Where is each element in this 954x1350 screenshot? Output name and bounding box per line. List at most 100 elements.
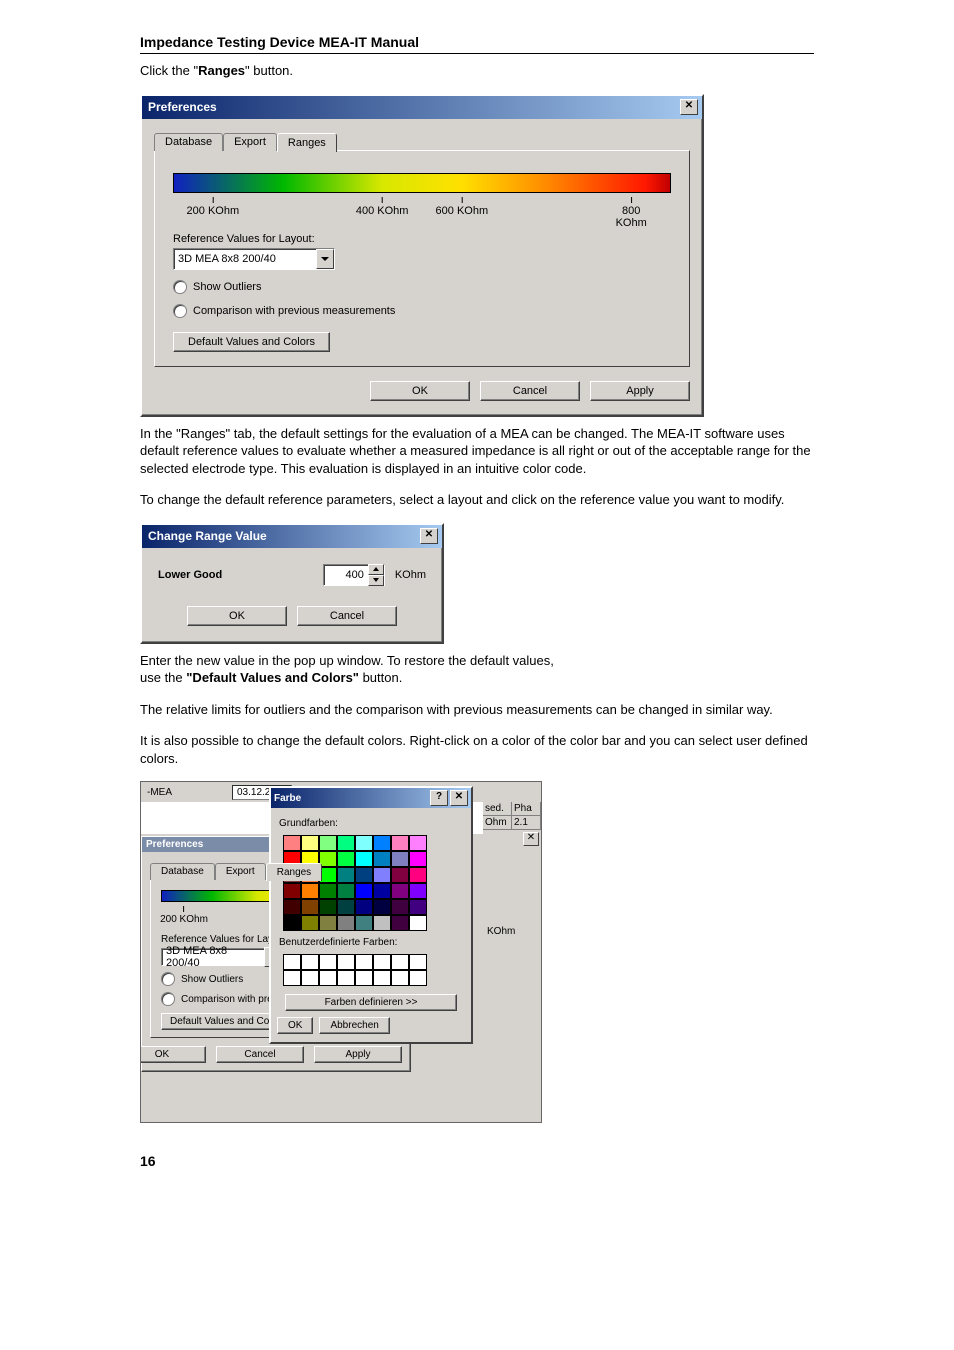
close-icon[interactable]: ✕ — [680, 99, 698, 115]
close-icon[interactable]: ✕ — [450, 790, 468, 806]
color-swatch[interactable] — [283, 915, 301, 931]
color-swatch[interactable] — [319, 835, 337, 851]
color-swatch[interactable] — [301, 899, 319, 915]
radio-icon — [173, 304, 187, 318]
color-swatch[interactable] — [355, 851, 373, 867]
ok-button[interactable]: OK — [370, 381, 470, 401]
color-swatch[interactable] — [373, 899, 391, 915]
color-swatch-empty[interactable] — [409, 970, 427, 986]
color-swatch[interactable] — [283, 883, 301, 899]
color-swatch-empty[interactable] — [301, 954, 319, 970]
color-bar[interactable] — [173, 173, 671, 193]
color-swatch[interactable] — [301, 915, 319, 931]
color-swatch[interactable] — [283, 899, 301, 915]
color-swatch[interactable] — [391, 835, 409, 851]
color-swatch[interactable] — [373, 867, 391, 883]
color-swatch[interactable] — [319, 915, 337, 931]
color-swatch-empty[interactable] — [283, 970, 301, 986]
ok-button[interactable]: OK — [187, 606, 287, 626]
color-swatch[interactable] — [391, 851, 409, 867]
tick-800[interactable]: 800 KOhm — [611, 197, 651, 229]
value-spinner[interactable]: 400 — [323, 564, 385, 586]
color-swatch-empty[interactable] — [355, 970, 373, 986]
cancel-button[interactable]: Cancel — [480, 381, 580, 401]
color-swatch-empty[interactable] — [355, 954, 373, 970]
tab-ranges[interactable]: Ranges — [277, 133, 337, 152]
close-icon[interactable]: ✕ — [420, 528, 438, 544]
basic-swatches[interactable] — [277, 831, 465, 933]
cancel-button[interactable]: Cancel — [216, 1046, 304, 1063]
compare-prev-radio[interactable]: Comparison with previous measurements — [173, 304, 671, 318]
color-swatch-empty[interactable] — [373, 970, 391, 986]
color-swatch[interactable] — [355, 883, 373, 899]
color-swatch[interactable] — [301, 835, 319, 851]
apply-button[interactable]: Apply — [590, 381, 690, 401]
color-swatch[interactable] — [337, 851, 355, 867]
color-swatch-empty[interactable] — [391, 954, 409, 970]
color-swatch[interactable] — [355, 835, 373, 851]
color-swatch[interactable] — [409, 867, 427, 883]
color-swatch[interactable] — [409, 899, 427, 915]
color-swatch-empty[interactable] — [301, 970, 319, 986]
tick-600[interactable]: 600 KOhm — [436, 197, 489, 217]
color-swatch-empty[interactable] — [337, 954, 355, 970]
color-swatch-empty[interactable] — [409, 954, 427, 970]
color-swatch[interactable] — [391, 899, 409, 915]
tab-database[interactable]: Database — [154, 133, 223, 151]
tab-export[interactable]: Export — [215, 863, 266, 880]
color-swatch[interactable] — [355, 915, 373, 931]
color-swatch[interactable] — [301, 883, 319, 899]
close-icon[interactable]: ✕ — [523, 832, 539, 846]
color-swatch-empty[interactable] — [319, 954, 337, 970]
tick-200[interactable]: 200 KOhm — [187, 197, 240, 217]
color-swatch[interactable] — [373, 851, 391, 867]
tab-export[interactable]: Export — [223, 133, 277, 151]
help-icon[interactable]: ? — [430, 790, 448, 806]
color-swatch[interactable] — [337, 899, 355, 915]
color-swatch-empty[interactable] — [283, 954, 301, 970]
color-swatch[interactable] — [409, 915, 427, 931]
tick-200[interactable]: 200 KOhm — [160, 906, 208, 925]
color-swatch[interactable] — [319, 883, 337, 899]
spinner-up-icon[interactable] — [368, 564, 384, 575]
chevron-down-icon[interactable] — [316, 249, 334, 269]
ok-button[interactable]: OK — [277, 1017, 313, 1034]
color-swatch[interactable] — [355, 899, 373, 915]
color-swatch[interactable] — [337, 883, 355, 899]
color-swatch[interactable] — [319, 899, 337, 915]
cancel-button[interactable]: Abbrechen — [319, 1017, 389, 1034]
color-swatch[interactable] — [283, 835, 301, 851]
color-swatch-empty[interactable] — [319, 970, 337, 986]
color-swatch-empty[interactable] — [373, 954, 391, 970]
color-swatch[interactable] — [337, 915, 355, 931]
color-swatch[interactable] — [373, 883, 391, 899]
show-outliers-radio[interactable]: Show Outliers — [173, 280, 671, 294]
color-swatch[interactable] — [337, 867, 355, 883]
default-values-button[interactable]: Default Values and Colors — [173, 332, 330, 352]
spinner-down-icon[interactable] — [368, 575, 384, 586]
p4a: Enter the new value in the pop up window… — [140, 653, 554, 668]
layout-combo[interactable]: 3D MEA 8x8 200/40 — [173, 248, 335, 270]
define-colors-button[interactable]: Farben definieren >> — [285, 994, 457, 1011]
color-swatch[interactable] — [355, 867, 373, 883]
tab-database[interactable]: Database — [150, 863, 215, 880]
color-swatch[interactable] — [373, 835, 391, 851]
tick-400[interactable]: 400 KOhm — [356, 197, 409, 217]
ok-button[interactable]: OK — [140, 1046, 206, 1063]
color-swatch[interactable] — [373, 915, 391, 931]
apply-button[interactable]: Apply — [314, 1046, 402, 1063]
color-swatch[interactable] — [391, 915, 409, 931]
custom-swatches[interactable] — [277, 950, 465, 988]
tab-ranges[interactable]: Ranges — [266, 863, 322, 881]
color-swatch-empty[interactable] — [391, 970, 409, 986]
color-swatch[interactable] — [409, 851, 427, 867]
color-swatch[interactable] — [391, 883, 409, 899]
layout-combo[interactable]: 3D MEA 8x8 200/40 — [161, 948, 283, 966]
color-swatch[interactable] — [409, 883, 427, 899]
color-swatch[interactable] — [337, 835, 355, 851]
color-swatch-empty[interactable] — [337, 970, 355, 986]
cancel-button[interactable]: Cancel — [297, 606, 397, 626]
color-swatch[interactable] — [391, 867, 409, 883]
side-row-b: 2.1 — [512, 816, 541, 829]
color-swatch[interactable] — [409, 835, 427, 851]
